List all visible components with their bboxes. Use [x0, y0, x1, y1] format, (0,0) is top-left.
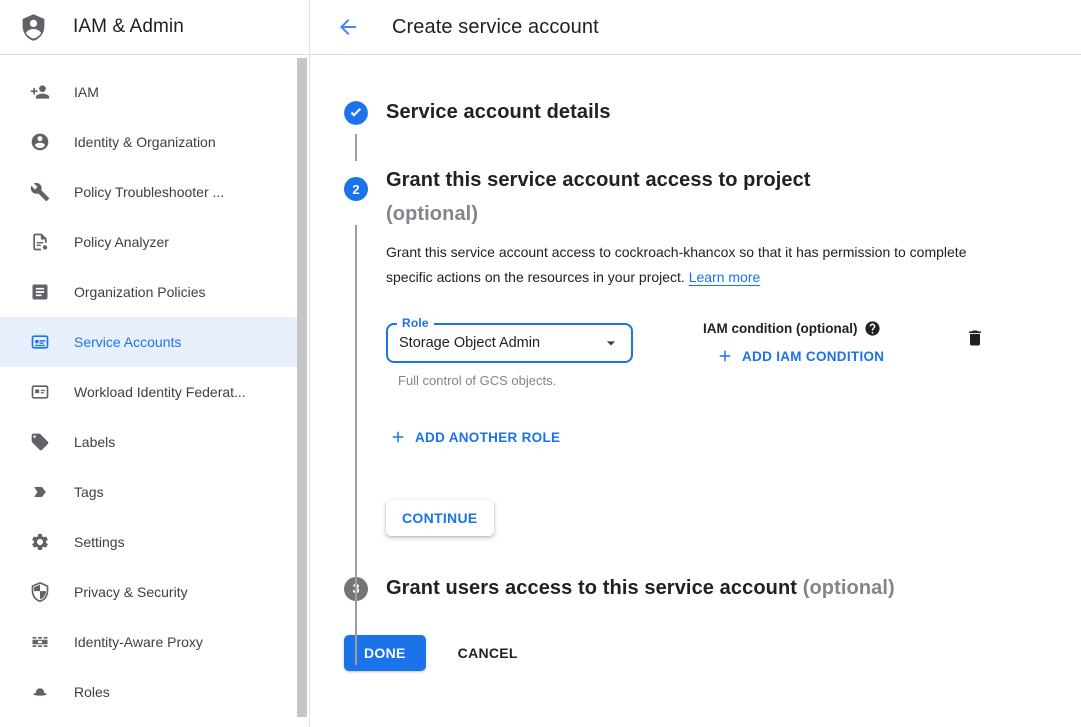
sidebar-item-label: Tags — [74, 484, 104, 500]
sidebar-item-policy-troubleshooter[interactable]: Policy Troubleshooter ... — [0, 167, 297, 217]
sidebar-item-policy-analyzer[interactable]: Policy Analyzer — [0, 217, 297, 267]
step3-optional-label: (optional) — [803, 577, 895, 599]
sidebar-item-label: Roles — [74, 684, 110, 700]
sidebar-item-label: Settings — [74, 534, 125, 550]
sidebar-item-workload-identity-federat[interactable]: Workload Identity Federat... — [0, 367, 297, 417]
sidebar-item-iam[interactable]: IAM — [0, 67, 297, 117]
step2-description: Grant this service account access to coc… — [386, 240, 978, 290]
plus-icon — [716, 347, 734, 365]
sidebar-item-roles[interactable]: Roles — [0, 667, 297, 717]
step3-row: 3 Grant users access to this service acc… — [343, 575, 1081, 602]
sidebar-item-settings[interactable]: Settings — [0, 517, 297, 567]
sidebar-item-label: Identity-Aware Proxy — [74, 634, 203, 650]
plus-icon — [389, 428, 407, 446]
iam-admin-console: IAM & Admin IAM Identity & Organization Po… — [0, 0, 1081, 727]
step-connector — [355, 134, 357, 161]
help-icon[interactable] — [864, 320, 881, 337]
sidebar-item-privacy-security[interactable]: Privacy & Security — [0, 567, 297, 617]
step2-optional-label: (optional) — [386, 203, 478, 225]
org-policies-icon — [30, 282, 50, 302]
label-icon — [30, 432, 50, 452]
step2-row: 2 Grant this service account access to p… — [343, 168, 1081, 231]
roles-hat-icon — [30, 682, 50, 702]
account-circle-icon — [30, 132, 50, 152]
sidebar-item-identity-organization[interactable]: Identity & Organization — [0, 117, 297, 167]
service-accounts-icon — [30, 332, 50, 352]
sidebar-item-label: IAM — [74, 84, 99, 100]
sidebar-item-label: Identity & Organization — [74, 134, 216, 150]
sidebar-item-organization-policies[interactable]: Organization Policies — [0, 267, 297, 317]
iam-condition-label: IAM condition (optional) — [703, 320, 915, 337]
tag-icon — [30, 482, 50, 502]
add-iam-condition-button[interactable]: ADD IAM CONDITION — [716, 347, 884, 365]
role-field-value: Storage Object Admin — [399, 335, 601, 351]
workload-identity-icon — [30, 382, 50, 402]
sidebar-item-label: Labels — [74, 434, 115, 450]
iap-icon — [30, 632, 50, 652]
cancel-button[interactable]: CANCEL — [458, 645, 518, 661]
sidebar-item-tags[interactable]: Tags — [0, 467, 297, 517]
role-select[interactable]: Role Storage Object Admin — [386, 323, 633, 363]
sidebar-item-label: Service Accounts — [74, 334, 181, 350]
page-title: Create service account — [392, 16, 599, 39]
step1-complete-icon — [343, 100, 369, 126]
step1-title: Service account details — [386, 99, 611, 126]
sidebar-scrollbar[interactable] — [297, 58, 307, 717]
main-panel: Create service account Service account d… — [310, 0, 1081, 727]
sidebar-item-labels[interactable]: Labels — [0, 417, 297, 467]
gear-icon — [30, 532, 50, 552]
step1-row: Service account details — [343, 99, 1081, 126]
trash-icon — [965, 328, 985, 348]
main-header: Create service account — [310, 0, 1081, 55]
sidebar-item-label: Workload Identity Federat... — [74, 384, 246, 400]
step3-title: Grant users access to this service accou… — [386, 575, 895, 602]
sidebar-item-label: Privacy & Security — [74, 584, 188, 600]
back-arrow-icon — [336, 15, 360, 39]
wizard-actions: DONE CANCEL — [344, 635, 1081, 671]
person-add-icon — [30, 82, 50, 102]
learn-more-link[interactable]: Learn more — [689, 269, 761, 285]
sidebar-header: IAM & Admin — [0, 0, 309, 55]
back-button[interactable] — [336, 15, 360, 39]
continue-button[interactable]: CONTINUE — [386, 500, 494, 536]
sidebar: IAM & Admin IAM Identity & Organization Po… — [0, 0, 310, 727]
role-helper-text: Full control of GCS objects. — [398, 373, 633, 388]
shield-icon — [30, 582, 50, 602]
sidebar-nav: IAM Identity & Organization Policy Trouble… — [0, 55, 309, 717]
policy-analyzer-icon — [30, 232, 50, 252]
role-field-label: Role — [397, 316, 434, 330]
sidebar-item-label: Policy Analyzer — [74, 234, 169, 250]
sidebar-item-label: Policy Troubleshooter ... — [74, 184, 224, 200]
sidebar-item-service-accounts[interactable]: Service Accounts — [0, 317, 297, 367]
step2-title: Grant this service account access to pro… — [386, 163, 906, 231]
wizard-content: Service account details 2 Grant this ser… — [310, 55, 1081, 671]
chevron-down-icon — [601, 333, 621, 353]
delete-role-button[interactable] — [965, 328, 985, 351]
product-title: IAM & Admin — [73, 16, 184, 38]
add-another-role-button[interactable]: ADD ANOTHER ROLE — [389, 428, 560, 446]
wrench-icon — [30, 182, 50, 202]
sidebar-item-identity-aware-proxy[interactable]: Identity-Aware Proxy — [0, 617, 297, 667]
sidebar-item-label: Organization Policies — [74, 284, 206, 300]
step2-body: Grant this service account access to coc… — [386, 231, 1081, 536]
iam-shield-icon — [19, 13, 48, 42]
step2-number-badge: 2 — [344, 177, 368, 201]
role-row: Role Storage Object Admin Full control o… — [386, 323, 1081, 388]
